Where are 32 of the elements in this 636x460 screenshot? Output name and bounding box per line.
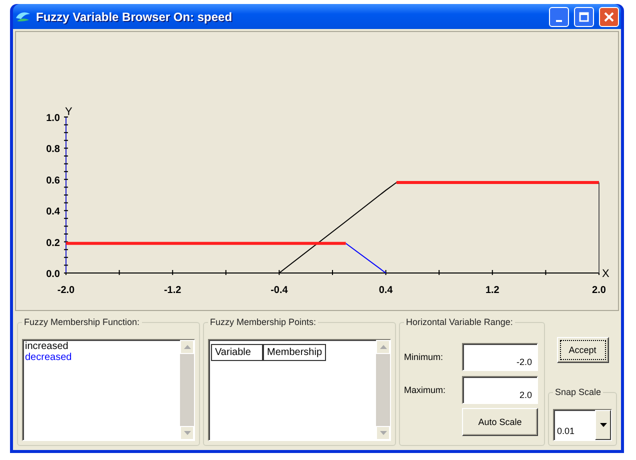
- y-tick-label: 0.6: [46, 175, 60, 186]
- group-label: Snap Scale: [554, 387, 602, 397]
- field-label: Minimum:: [404, 352, 444, 362]
- column-header[interactable]: Membership: [263, 344, 326, 361]
- x-tick-label: -2.0: [57, 285, 75, 296]
- input-field[interactable]: 2.0: [462, 376, 538, 404]
- accept-button[interactable]: Accept: [556, 337, 608, 363]
- field-label: Maximum:: [404, 385, 447, 395]
- group-label: Fuzzy Membership Points:: [209, 317, 318, 327]
- x-tick-label: -1.2: [164, 285, 182, 296]
- input-field[interactable]: -2.0: [462, 343, 538, 371]
- x-tick-label: 1.2: [485, 285, 500, 296]
- points-table[interactable]: Variable Membership: [208, 339, 391, 441]
- function-list[interactable]: increased decreased: [22, 339, 195, 441]
- y-axis-label: Y: [65, 106, 72, 118]
- column-header[interactable]: Variable: [211, 344, 263, 361]
- x-tick-label: -0.4: [270, 285, 288, 296]
- window-title: Fuzzy Variable Browser On: speed: [36, 10, 234, 24]
- x-tick-label: 2.0: [592, 285, 606, 296]
- auto-scale-button[interactable]: Auto Scale: [462, 408, 538, 436]
- y-tick-label: 0.0: [46, 269, 60, 280]
- x-axis-label: X: [602, 268, 610, 280]
- y-tick-label: 0.2: [46, 238, 60, 249]
- y-tick-label: 0.4: [46, 206, 60, 218]
- group-label: Horizontal Variable Range:: [405, 317, 514, 327]
- list-item[interactable]: decreased: [25, 352, 72, 363]
- list-item[interactable]: increased: [25, 341, 68, 352]
- y-tick-label: 0.8: [46, 144, 60, 156]
- snap-scale-dropdown[interactable]: 0.01: [553, 409, 612, 441]
- group-label: Fuzzy Membership Function:: [23, 317, 141, 327]
- x-tick-label: 0.4: [378, 285, 393, 296]
- y-tick-label: 1.0: [46, 113, 60, 124]
